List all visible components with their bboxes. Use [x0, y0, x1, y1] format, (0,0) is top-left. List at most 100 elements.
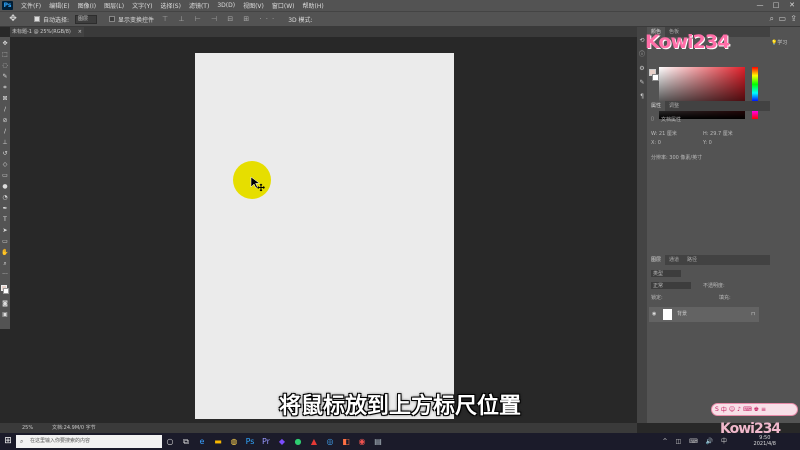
healing-brush-icon[interactable]: ⊘ — [0, 116, 10, 126]
photoshop-taskbar-icon[interactable]: Ps — [242, 433, 258, 450]
workspace-icon[interactable]: ▭ — [778, 14, 786, 23]
height-field[interactable]: H: 29.7 厘米 — [703, 130, 733, 137]
move-tool-icon[interactable]: ✥ — [0, 39, 10, 49]
marquee-tool-icon[interactable]: ⬚ — [0, 50, 10, 60]
windows-taskbar: ⊞ ⌕ 在这里输入你要搜索的内容 ○ ⧉ e ▬ ◍ Ps Pr ◆ ● ▲ ◎… — [0, 433, 800, 450]
zoom-tool-icon[interactable]: ⌕ — [0, 259, 10, 269]
properties-title: 文档属性 — [661, 116, 681, 123]
learn-button[interactable]: 💡学习 — [771, 39, 787, 46]
path-select-icon[interactable]: ➤ — [0, 226, 10, 236]
explorer-icon[interactable]: ▬ — [210, 433, 226, 450]
zoom-level[interactable]: 25% — [22, 423, 33, 433]
status-bar: 25% 文档:24.9M/0 字节 — [0, 423, 637, 433]
menu-edit[interactable]: 编辑(E) — [45, 1, 73, 10]
autoselect-dropdown[interactable]: 图层 — [75, 15, 97, 24]
document-tab-title: 未标题-1 @ 25%(RGB/8) — [12, 29, 71, 35]
record-icon[interactable]: ◉ — [354, 433, 370, 450]
y-field[interactable]: Y: 0 — [703, 140, 712, 146]
search-icon[interactable]: ⌕ — [770, 14, 774, 24]
shape-tool-icon[interactable]: ▭ — [0, 237, 10, 247]
quick-mask-icon[interactable]: ◙ — [0, 299, 10, 309]
frame-tool-icon[interactable]: ⊠ — [0, 94, 10, 104]
dodge-tool-icon[interactable]: ◔ — [0, 193, 10, 203]
fill-label: 填充: — [719, 294, 731, 301]
menu-image[interactable]: 图像(I) — [74, 1, 100, 10]
screen-mode-icon[interactable]: ▣ — [0, 310, 10, 320]
menu-view[interactable]: 视图(V) — [239, 1, 268, 10]
crop-tool-icon[interactable]: ⌗ — [0, 83, 10, 93]
move-tool-icon[interactable]: ✥ — [6, 14, 20, 24]
document-tab[interactable]: 未标题-1 @ 25%(RGB/8) × — [10, 27, 84, 37]
menu-help[interactable]: 帮助(H) — [299, 1, 328, 10]
blur-tool-icon[interactable]: ● — [0, 182, 10, 192]
pen-tool-icon[interactable]: ✒ — [0, 204, 10, 214]
hand-tool-icon[interactable]: ✋ — [0, 248, 10, 258]
align-icons[interactable]: ⊤ ⊥ ⊢ ⊣ ⊟ ⊞ ··· — [162, 15, 278, 23]
watermark-logo: Kowi234 — [645, 31, 729, 53]
hue-slider[interactable] — [752, 67, 758, 119]
background-color-swatch[interactable] — [3, 288, 9, 294]
menu-layer[interactable]: 图层(L) — [100, 1, 128, 10]
stamp-tool-icon[interactable]: ⊥ — [0, 138, 10, 148]
color-picker-field[interactable] — [659, 67, 745, 119]
tab-layers[interactable]: 图层 — [647, 255, 665, 265]
layer-kind-filter[interactable]: 类型 — [651, 270, 681, 277]
settings-icon[interactable]: ⚙ — [638, 65, 646, 73]
canvas-area[interactable] — [10, 37, 637, 423]
x-field[interactable]: X: 0 — [651, 140, 661, 146]
minimize-button[interactable]: — — [752, 0, 768, 11]
properties-panel-tabs: 属性 调整 — [647, 101, 770, 111]
tab-adjustments[interactable]: 调整 — [665, 101, 683, 111]
tab-properties[interactable]: 属性 — [647, 101, 665, 111]
history-brush-icon[interactable]: ↺ — [0, 149, 10, 159]
width-field[interactable]: W: 21 厘米 — [651, 130, 677, 137]
more-tools-icon[interactable]: ··· — [0, 270, 10, 280]
cortana-icon[interactable]: ○ — [162, 433, 178, 450]
eye-icon[interactable]: ◉ — [652, 307, 656, 322]
tab-channels[interactable]: 通道 — [665, 255, 683, 265]
autoselect-checkbox[interactable] — [34, 16, 40, 22]
type-tool-icon[interactable]: T — [0, 215, 10, 225]
menu-3d[interactable]: 3D(D) — [213, 2, 239, 9]
quick-select-icon[interactable]: ✎ — [0, 72, 10, 82]
chrome-icon[interactable]: ◍ — [226, 433, 242, 450]
menu-type[interactable]: 文字(Y) — [128, 1, 156, 10]
transform-checkbox[interactable] — [109, 16, 115, 22]
close-button[interactable]: ✕ — [784, 0, 800, 11]
eyedropper-icon[interactable]: ∕ — [0, 105, 10, 115]
eraser-tool-icon[interactable]: ◇ — [0, 160, 10, 170]
app-icon[interactable]: ◆ — [274, 433, 290, 450]
app-red-icon[interactable]: ▲ — [306, 433, 322, 450]
task-view-icon[interactable]: ⧉ — [178, 433, 194, 450]
lasso-tool-icon[interactable]: ◌ — [0, 61, 10, 71]
premiere-icon[interactable]: Pr — [258, 433, 274, 450]
windows-start-icon[interactable]: ⊞ — [0, 433, 16, 450]
app-grey-icon[interactable]: ▤ — [370, 433, 386, 450]
clock[interactable]: 9:50 2021/4/8 — [754, 435, 776, 447]
wechat-icon[interactable]: ● — [290, 433, 306, 450]
share-icon[interactable]: ⇪ — [790, 14, 797, 23]
gradient-tool-icon[interactable]: ▭ — [0, 171, 10, 181]
document-info: 文档:24.9M/0 字节 — [52, 423, 96, 433]
brush-settings-icon[interactable]: ✎ — [638, 79, 646, 87]
system-tray[interactable]: ^ ◫ ⌨ 🔊 中 — [663, 433, 730, 450]
menu-select[interactable]: 选择(S) — [156, 1, 185, 10]
layer-row[interactable]: ◉ 背景 ⊓ — [649, 307, 759, 322]
tab-close-icon[interactable]: × — [78, 27, 82, 37]
maximize-button[interactable]: □ — [768, 0, 784, 11]
blend-mode-select[interactable]: 正常 — [651, 282, 691, 289]
menu-file[interactable]: 文件(F) — [17, 1, 45, 10]
app-orange-icon[interactable]: ◧ — [338, 433, 354, 450]
brush-tool-icon[interactable]: ∕ — [0, 127, 10, 137]
paragraph-icon[interactable]: ¶ — [638, 93, 646, 101]
edge-icon[interactable]: e — [194, 433, 210, 450]
panel-background-swatch[interactable] — [652, 74, 659, 81]
transform-label: 显示变换控件 — [118, 15, 154, 24]
search-placeholder: 在这里输入你要搜索的内容 — [30, 438, 90, 444]
taskbar-search-box[interactable]: ⌕ 在这里输入你要搜索的内容 — [16, 435, 162, 448]
document-canvas[interactable] — [195, 53, 454, 419]
menu-filter[interactable]: 滤镜(T) — [185, 1, 213, 10]
tab-paths[interactable]: 路径 — [683, 255, 701, 265]
menu-window[interactable]: 窗口(W) — [268, 1, 299, 10]
browser-icon[interactable]: ◎ — [322, 433, 338, 450]
